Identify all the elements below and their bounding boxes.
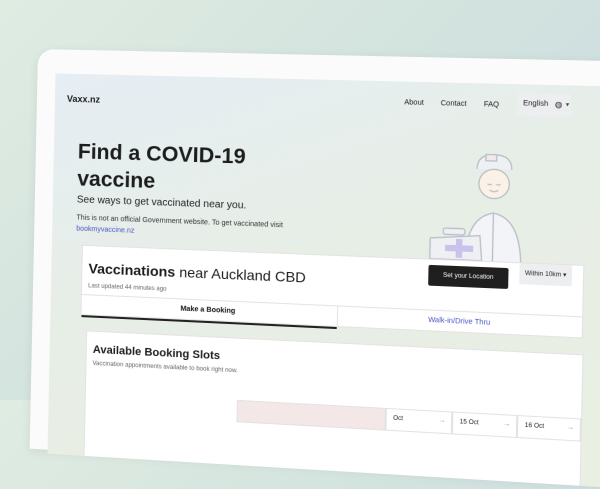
date-cell[interactable]: Oct → (385, 407, 453, 435)
site-logo[interactable]: Vaxx.nz (67, 94, 100, 105)
bookmyvaccine-link[interactable]: bookmyvaccine.nz (76, 225, 134, 234)
last-updated-text: Last updated 44 minutes ago (88, 283, 167, 293)
hero-disclaimer: This is not an official Government websi… (76, 213, 323, 244)
vaccinations-location: near Auckland CBD (175, 263, 307, 286)
language-label: English (523, 100, 549, 109)
laptop-frame: Vaxx.nz About Contact FAQ English ◍ ▾ Fi… (29, 49, 600, 488)
date-cell[interactable]: 16 Oct → (516, 415, 582, 442)
arrow-right-icon: → (438, 416, 446, 425)
nav-link-faq[interactable]: FAQ (484, 101, 499, 109)
top-nav: Vaxx.nz About Contact FAQ English ◍ ▾ (55, 73, 600, 128)
arrow-right-icon: → (566, 423, 575, 432)
globe-icon: ◍ (554, 99, 563, 110)
nav-link-about[interactable]: About (404, 99, 424, 107)
vaccinations-title: Vaccinations near Auckland CBD (88, 260, 306, 285)
chevron-down-icon: ▾ (562, 272, 567, 279)
nurse-illustration-icon (419, 136, 552, 264)
date-label: 15 Oct (459, 419, 479, 427)
date-label: 16 Oct (524, 422, 545, 431)
nav-link-contact[interactable]: Contact (441, 100, 467, 108)
radius-select[interactable]: Within 10km ▾ (519, 263, 573, 287)
chevron-down-icon: ▾ (565, 102, 570, 109)
tab-make-booking[interactable]: Make a Booking (81, 294, 338, 330)
booking-slots-subtitle: Vaccination appointments available to bo… (92, 360, 238, 375)
date-label: Oct (393, 415, 404, 423)
hero-title: Find a COVID-19 vaccine (77, 140, 246, 194)
language-selector[interactable]: English ◍ ▾ (516, 92, 572, 118)
arrow-right-icon: → (502, 420, 511, 429)
browser-viewport: Vaxx.nz About Contact FAQ English ◍ ▾ Fi… (47, 73, 600, 488)
booking-slots-card: Available Booking Slots Vaccination appo… (83, 330, 584, 488)
date-cell[interactable] (236, 399, 386, 431)
tab-walk-in[interactable]: Walk-in/Drive Thru (336, 305, 584, 339)
radius-label: Within 10km (524, 270, 562, 279)
booking-slots-title: Available Booking Slots (92, 343, 221, 363)
vaccinations-title-bold: Vaccinations (88, 260, 176, 280)
set-location-button[interactable]: Set your Location (428, 264, 509, 289)
date-cell[interactable]: 15 Oct → (451, 411, 518, 439)
